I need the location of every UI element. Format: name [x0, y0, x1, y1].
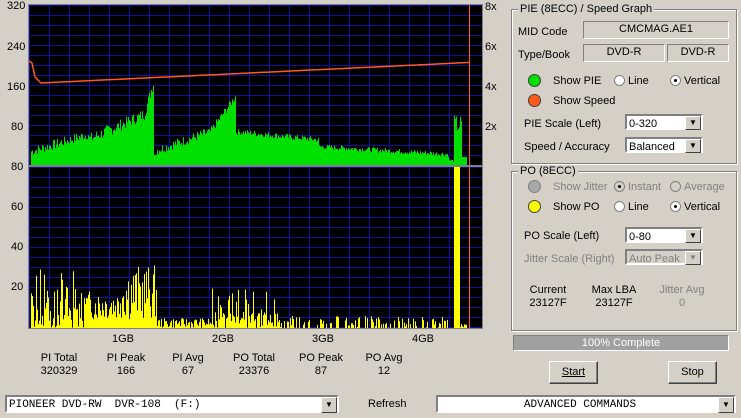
- type-book-label: Type/Book: [518, 49, 570, 61]
- mid-code-value: CMCMAG.AE1: [583, 21, 729, 39]
- show-speed-label[interactable]: Show Speed: [553, 95, 615, 107]
- pie-left-tick: 240: [7, 41, 26, 53]
- speed-accuracy-select[interactable]: Balanced ▼: [625, 137, 703, 153]
- pie-graph: [28, 4, 483, 166]
- stat-pi-avg: PI Avg 67: [172, 352, 204, 377]
- po-graph: [28, 166, 483, 329]
- po-graph-canvas: [29, 167, 482, 328]
- start-button[interactable]: Start: [549, 361, 598, 384]
- pie-graph-canvas: [28, 5, 482, 166]
- po-scale-label: PO Scale (Left): [524, 230, 600, 242]
- refresh-link[interactable]: Refresh: [368, 398, 407, 410]
- mid-code-label: MID Code: [518, 26, 568, 38]
- speed-accuracy-label: Speed / Accuracy: [524, 141, 610, 153]
- pie-left-tick: 320: [7, 0, 26, 12]
- speed-right-tick: 4x: [485, 81, 497, 93]
- po-color-swatch[interactable]: [528, 200, 541, 213]
- x-axis-tick: 1GB: [112, 333, 135, 345]
- x-axis-tick: 3GB: [312, 333, 335, 345]
- chevron-down-icon: ▼: [685, 251, 701, 265]
- book-type-value: DVD-R: [667, 44, 729, 62]
- stat-pi-total: PI Total 320329: [40, 352, 78, 377]
- po-line-radio[interactable]: [614, 201, 625, 212]
- pie-vertical-label[interactable]: Vertical: [684, 75, 720, 87]
- chevron-down-icon[interactable]: ▼: [321, 397, 337, 413]
- pie-line-radio[interactable]: [614, 75, 625, 86]
- pie-vertical-radio[interactable]: [670, 75, 681, 86]
- jitter-instant-label: Instant: [628, 181, 662, 193]
- jitter-scale-select: Auto Peak ▼: [625, 249, 703, 265]
- speed-right-tick: 2x: [485, 121, 497, 133]
- stat-po-total: PO Total 23376: [233, 352, 275, 377]
- advanced-commands-select[interactable]: ADVANCED COMMANDS ▼: [436, 395, 736, 413]
- po-scale-select[interactable]: 0-80 ▼: [625, 227, 703, 243]
- disc-type-value: DVD-R: [583, 44, 665, 62]
- progress-text: 100% Complete: [581, 337, 661, 349]
- show-jitter-label: Show Jitter: [553, 181, 608, 193]
- pie-left-tick: 160: [7, 81, 26, 93]
- chevron-down-icon[interactable]: ▼: [685, 229, 701, 243]
- jitter-color-swatch: [528, 180, 541, 193]
- pie-left-tick: 80: [11, 121, 24, 133]
- stat-po-avg: PO Avg 12: [365, 352, 403, 377]
- stat-pi-peak: PI Peak 166: [106, 352, 146, 377]
- chevron-down-icon[interactable]: ▼: [685, 139, 701, 153]
- progress-bar: 100% Complete: [513, 335, 729, 351]
- po-panel-title: PO (8ECC): [518, 165, 578, 177]
- po-line-label[interactable]: Line: [628, 201, 649, 213]
- po-left-tick: 40: [11, 241, 24, 253]
- speed-color-swatch[interactable]: [528, 94, 541, 107]
- po-left-tick: 80: [11, 161, 24, 173]
- jitter-scale-label: Jitter Scale (Right): [524, 253, 615, 265]
- po-left-tick: 20: [11, 281, 24, 293]
- jitter-average-radio: [670, 181, 681, 192]
- pie-scale-select[interactable]: 0-320 ▼: [625, 114, 703, 130]
- speed-right-tick: 8x: [485, 1, 497, 13]
- jitter-avg: Jitter Avg 0: [659, 284, 705, 309]
- jitter-instant-radio: [614, 181, 625, 192]
- stat-po-peak: PO Peak 87: [298, 352, 344, 377]
- pie-color-swatch[interactable]: [528, 74, 541, 87]
- current-lba: Current 23127F: [529, 284, 567, 309]
- stop-button[interactable]: Stop: [668, 361, 717, 384]
- show-pie-label[interactable]: Show PIE: [553, 75, 601, 87]
- pie-panel-title: PIE (8ECC) / Speed Graph: [518, 3, 655, 15]
- po-vertical-radio[interactable]: [670, 201, 681, 212]
- po-vertical-label[interactable]: Vertical: [684, 201, 720, 213]
- chevron-down-icon[interactable]: ▼: [718, 397, 734, 413]
- pie-line-label[interactable]: Line: [628, 75, 649, 87]
- drive-select[interactable]: PIONEER DVD-RW DVR-108 (F:) ▼: [5, 395, 339, 413]
- po-left-tick: 60: [11, 201, 24, 213]
- show-po-label[interactable]: Show PO: [553, 201, 599, 213]
- jitter-average-label: Average: [684, 181, 725, 193]
- x-axis-tick: 4GB: [412, 333, 435, 345]
- speed-right-tick: 6x: [485, 41, 497, 53]
- max-lba: Max LBA 23127F: [591, 284, 637, 309]
- chevron-down-icon[interactable]: ▼: [685, 116, 701, 130]
- x-axis-tick: 2GB: [212, 333, 235, 345]
- pie-scale-label: PIE Scale (Left): [524, 118, 602, 130]
